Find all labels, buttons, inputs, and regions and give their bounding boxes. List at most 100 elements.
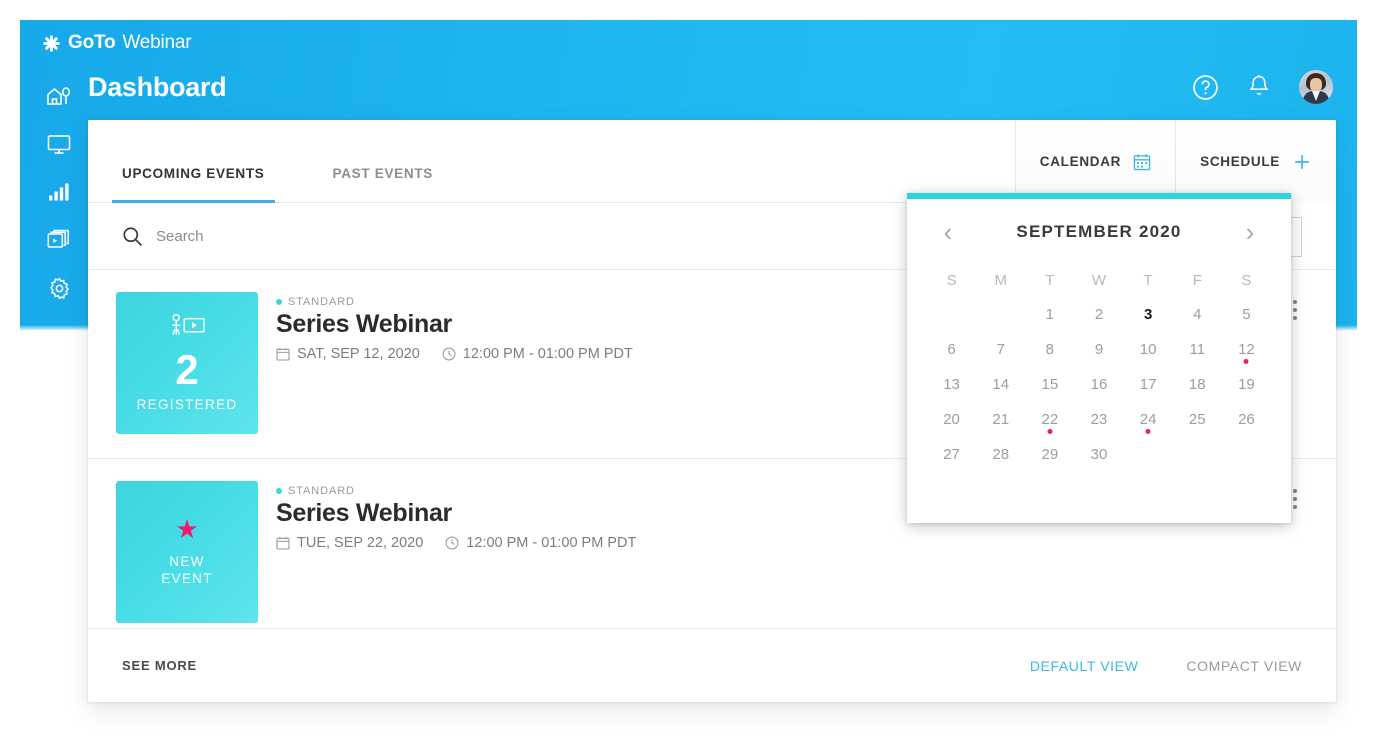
calendar-day-number: 25 — [1188, 411, 1206, 428]
calendar-week-row: 1 2 3 4 5 — [927, 297, 1271, 332]
calendar-day-number: 9 — [1094, 341, 1104, 358]
calendar-day-number: 11 — [1189, 341, 1206, 358]
calendar-day-9[interactable]: 9 — [1074, 332, 1123, 367]
calendar-day-26[interactable]: 26 — [1222, 402, 1271, 437]
kebab-dot — [1293, 308, 1297, 312]
calendar-week-row: 27 28 29 30 — [927, 437, 1271, 472]
calendar-day-number: 23 — [1090, 411, 1108, 428]
schedule-button[interactable]: SCHEDULE — [1175, 120, 1336, 203]
sidebar-item-video-library[interactable] — [42, 216, 76, 264]
kebab-dot — [1293, 489, 1297, 493]
calendar-day-4[interactable]: 4 — [1173, 297, 1222, 332]
bell-icon[interactable] — [1247, 74, 1271, 100]
compact-view-button[interactable]: COMPACT VIEW — [1186, 658, 1302, 674]
tab-upcoming-events[interactable]: UPCOMING EVENTS — [112, 166, 274, 203]
calendar-day-29[interactable]: 29 — [1025, 437, 1074, 472]
calendar-day-number: 6 — [947, 341, 956, 358]
calendar-button[interactable]: CALENDAR — [1014, 120, 1176, 203]
event-tile-caption: NEW EVENT — [161, 554, 213, 588]
search-input[interactable]: Search — [122, 226, 204, 247]
calendar-day-6[interactable]: 6 — [927, 332, 976, 367]
calendar-day-27[interactable]: 27 — [927, 437, 976, 472]
calendar-day-13[interactable]: 13 — [927, 367, 976, 402]
calendar-header: ‹ SEPTEMBER 2020 › — [907, 199, 1291, 253]
calendar-cell-empty — [927, 297, 976, 332]
calendar-day-7[interactable]: 7 — [976, 332, 1025, 367]
event-time-text: 12:00 PM - 01:00 PM PDT — [466, 534, 637, 551]
calendar-day-16[interactable]: 16 — [1074, 367, 1123, 402]
calendar-next-month-button[interactable]: › — [1237, 219, 1263, 245]
calendar-dow-label: S — [1241, 271, 1252, 289]
calendar-day-number: 22 — [1041, 411, 1059, 428]
default-view-button[interactable]: DEFAULT VIEW — [1030, 658, 1139, 674]
calendar-event-dot-icon — [1145, 429, 1151, 434]
calendar-day-30[interactable]: 30 — [1074, 437, 1123, 472]
tab-past-events[interactable]: PAST EVENTS — [333, 166, 433, 202]
event-tile-registered[interactable]: 2 REGISTERED — [116, 292, 258, 434]
calendar-day-5[interactable]: 5 — [1222, 297, 1271, 332]
calendar-day-number: 24 — [1139, 411, 1157, 428]
brand-light-text: Webinar — [122, 32, 192, 53]
calendar-day-24[interactable]: 24 — [1124, 402, 1173, 437]
calendar-day-12[interactable]: 12 — [1222, 332, 1271, 367]
calendar-day-10[interactable]: 10 — [1124, 332, 1173, 367]
calendar-day-18[interactable]: 18 — [1173, 367, 1222, 402]
avatar[interactable] — [1299, 70, 1333, 104]
brand-logo[interactable]: GoTo Webinar — [42, 32, 192, 54]
calendar-dow-label: S — [946, 271, 957, 289]
kebab-dot — [1293, 497, 1297, 501]
calendar-prev-month-button[interactable]: ‹ — [935, 219, 961, 245]
calendar-day-22[interactable]: 22 — [1025, 402, 1074, 437]
page-title: Dashboard — [88, 72, 227, 102]
status-dot-icon — [276, 299, 282, 305]
search-placeholder: Search — [156, 227, 204, 245]
calendar-day-number: 13 — [943, 376, 960, 393]
event-time: 12:00 PM - 01:00 PM PDT — [442, 346, 633, 362]
calendar-day-21[interactable]: 21 — [976, 402, 1025, 437]
sidebar-item-webinars[interactable] — [42, 120, 76, 168]
calendar-day-number: 8 — [1045, 341, 1055, 358]
calendar-day-number: 5 — [1242, 306, 1251, 323]
help-circle-icon[interactable] — [1192, 74, 1219, 101]
calendar-day-8[interactable]: 8 — [1025, 332, 1074, 367]
calendar-dow-label: M — [994, 271, 1007, 289]
calendar-day-2[interactable]: 2 — [1074, 297, 1123, 332]
see-more-button[interactable]: SEE MORE — [122, 658, 197, 673]
calendar-day-23[interactable]: 23 — [1074, 402, 1123, 437]
sidebar-item-dashboard[interactable] — [42, 72, 76, 120]
calendar-day-25[interactable]: 25 — [1173, 402, 1222, 437]
calendar-day-20[interactable]: 20 — [927, 402, 976, 437]
calendar-day-28[interactable]: 28 — [976, 437, 1025, 472]
sidebar-item-settings[interactable] — [42, 264, 76, 312]
status-badge-label: STANDARD — [288, 485, 355, 497]
calendar-day-number: 21 — [992, 411, 1010, 428]
home-dashboard-icon — [47, 87, 70, 105]
calendar-day-number: 3 — [1143, 306, 1153, 323]
calendar-day-number: 28 — [992, 446, 1010, 463]
event-tile-new-event[interactable]: ★ NEW EVENT — [116, 481, 258, 623]
calendar-day-14[interactable]: 14 — [976, 367, 1025, 402]
event-tile-caption-line2: EVENT — [161, 571, 213, 586]
calendar-day-3[interactable]: 3 — [1124, 297, 1173, 332]
gear-icon — [49, 277, 69, 299]
calendar-dow-row: SMTWTFS — [927, 263, 1271, 297]
calendar-day-number: 30 — [1090, 446, 1108, 463]
asterisk-logo-icon — [43, 34, 60, 52]
calendar-day-number: 19 — [1238, 376, 1255, 393]
calendar-day-17[interactable]: 17 — [1124, 367, 1173, 402]
calendar-cell-empty — [1222, 437, 1271, 472]
event-time-text: 12:00 PM - 01:00 PM PDT — [462, 345, 633, 362]
calendar-icon — [276, 347, 290, 361]
panel-header-actions: CALENDAR SCHEDULE — [1014, 120, 1336, 203]
calendar-days: 1 2 3 4 5 6 7 8 9 10 11 12 13 14 15 16 17 18 19 20 21 22 23 24 2… — [927, 297, 1271, 472]
calendar-day-number: 18 — [1188, 376, 1206, 393]
calendar-day-19[interactable]: 19 — [1222, 367, 1271, 402]
calendar-day-1[interactable]: 1 — [1025, 297, 1074, 332]
calendar-week-row: 13 14 15 16 17 18 19 — [927, 367, 1271, 402]
calendar-dow-label: W — [1091, 271, 1107, 289]
sidebar-item-analytics[interactable] — [42, 168, 76, 216]
calendar-day-15[interactable]: 15 — [1025, 367, 1074, 402]
calendar-day-11[interactable]: 11 — [1173, 332, 1222, 367]
clock-icon — [445, 536, 459, 549]
calendar-icon — [1133, 153, 1151, 170]
